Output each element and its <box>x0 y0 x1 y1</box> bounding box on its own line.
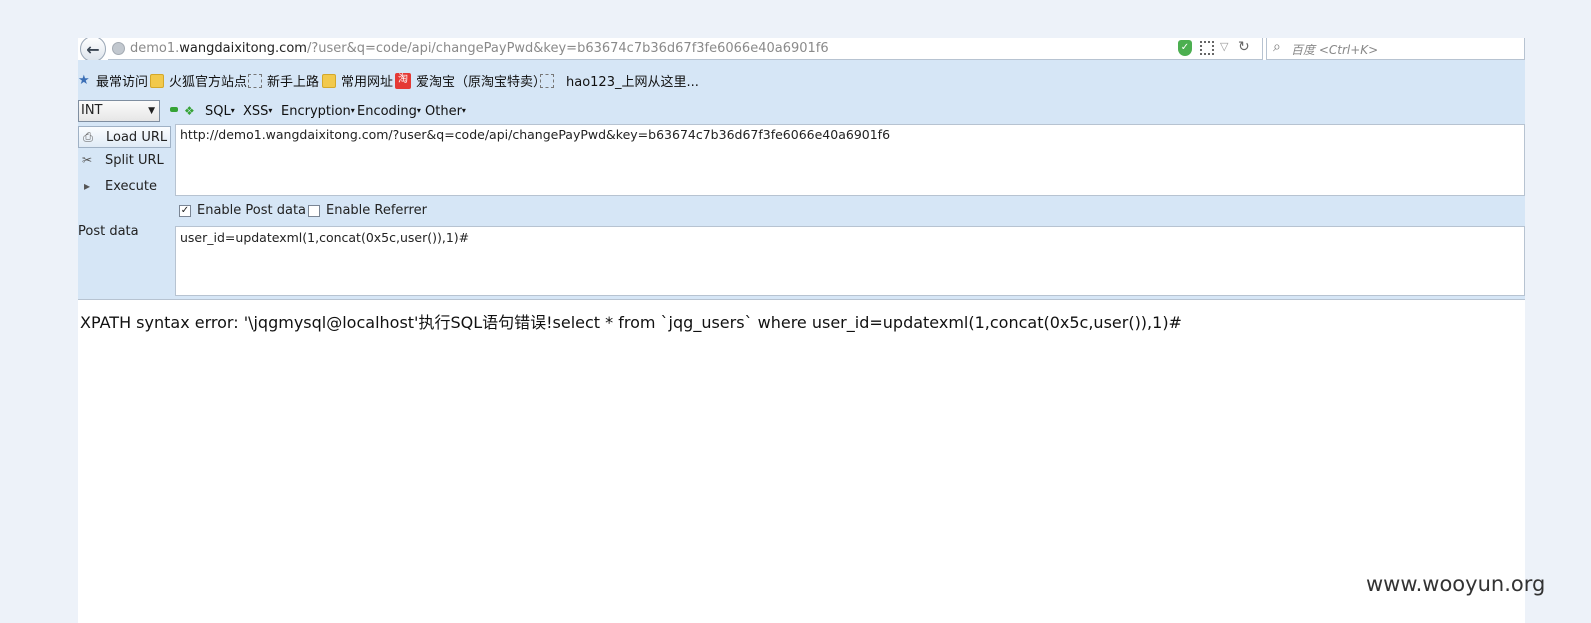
navigation-bar: ← demo1.wangdaixitong.com/?user&q=code/a… <box>78 38 1525 62</box>
increment-icon[interactable]: ❖ <box>184 104 195 118</box>
bookmark-most-visited[interactable]: ★ 最常访问 <box>78 71 148 90</box>
folder-icon <box>322 73 336 88</box>
shield-icon[interactable]: ✓ <box>1178 40 1192 56</box>
hackbar-toolbar: INT ▼ ❖ SQL▾ XSS▾ Encryption▾ Encoding▾ … <box>78 100 1525 124</box>
hackbar-url-textarea[interactable]: http://demo1.wangdaixitong.com/?user&q=c… <box>175 124 1525 196</box>
globe-icon <box>112 42 125 55</box>
dashed-page-icon <box>540 73 554 88</box>
load-url-button[interactable]: ⎙ Load URL <box>78 126 171 148</box>
post-data-textarea[interactable]: user_id=updatexml(1,concat(0x5c,user()),… <box>175 226 1525 296</box>
bookmark-firefox-site[interactable]: 火狐官方站点 <box>150 71 247 90</box>
bookmark-getting-started[interactable]: 新手上路 <box>248 71 319 90</box>
bookmark-taobao[interactable]: 淘 爱淘宝（原淘宝特卖） <box>395 71 546 90</box>
menu-encryption[interactable]: Encryption▾ <box>281 104 355 119</box>
search-input[interactable]: ⌕ 百度 <Ctrl+K> <box>1266 38 1525 60</box>
dashed-page-icon <box>248 73 262 88</box>
menu-sql[interactable]: SQL▾ <box>205 104 235 119</box>
bookmark-common-sites[interactable]: 常用网址 <box>322 71 393 90</box>
url-host: wangdaixitong.com <box>179 41 307 56</box>
checkbox-checked-icon: ✓ <box>179 204 191 217</box>
play-icon: ▸ <box>83 179 91 193</box>
url-path: /?user&q=code/api/changePayPwd&key=b6367… <box>306 41 829 56</box>
taobao-icon: 淘 <box>395 72 411 89</box>
search-icon: ⌕ <box>1273 39 1281 55</box>
load-icon: ⎙ <box>83 129 93 144</box>
dropdown-arrow-icon[interactable]: ▽ <box>1220 40 1228 53</box>
back-arrow-icon: ← <box>86 39 100 59</box>
select-arrow-icon: ▼ <box>148 106 155 116</box>
bookmark-hao123[interactable]: hao123_上网从这里... <box>540 71 699 90</box>
bookmarks-toolbar: ★ 最常访问 火狐官方站点 新手上路 常用网址 淘 爱淘宝（原淘宝特卖） hao… <box>78 60 1525 100</box>
browser-window: ← demo1.wangdaixitong.com/?user&q=code/a… <box>78 38 1525 623</box>
url-display[interactable]: demo1.wangdaixitong.com/?user&q=code/api… <box>130 41 829 56</box>
menu-encoding[interactable]: Encoding▾ <box>357 104 421 119</box>
hackbar-actions: ⎙ Load URL ✂ Split URL ▸ Execute Post da… <box>78 124 175 298</box>
menu-xss[interactable]: XSS▾ <box>243 104 272 119</box>
reload-icon[interactable]: ↻ <box>1238 39 1250 55</box>
enable-referrer-checkbox[interactable]: Enable Referrer <box>308 203 427 218</box>
enable-post-checkbox[interactable]: ✓ Enable Post data <box>179 203 306 218</box>
search-placeholder: 百度 <Ctrl+K> <box>1291 43 1379 57</box>
split-url-button[interactable]: ✂ Split URL <box>78 149 171 171</box>
page-content: XPATH syntax error: '\jqgmysql@localhost… <box>78 300 1525 623</box>
watermark: www.wooyun.org <box>1366 572 1546 596</box>
star-icon: ★ <box>78 73 90 88</box>
menu-other[interactable]: Other▾ <box>425 104 466 119</box>
type-select[interactable]: INT ▼ <box>78 100 160 122</box>
execute-button[interactable]: ▸ Execute <box>78 175 171 197</box>
checkbox-unchecked-icon <box>308 204 320 217</box>
qr-code-icon[interactable] <box>1200 41 1214 55</box>
post-data-label: Post data <box>78 224 139 239</box>
scissors-icon: ✂ <box>81 153 93 167</box>
hackbar-options: ✓ Enable Post data Enable Referrer <box>175 196 1525 226</box>
folder-icon <box>150 73 164 88</box>
error-message: XPATH syntax error: '\jqgmysql@localhost… <box>80 313 1182 332</box>
back-button[interactable]: ← <box>80 38 106 62</box>
decrement-icon[interactable] <box>170 107 178 112</box>
